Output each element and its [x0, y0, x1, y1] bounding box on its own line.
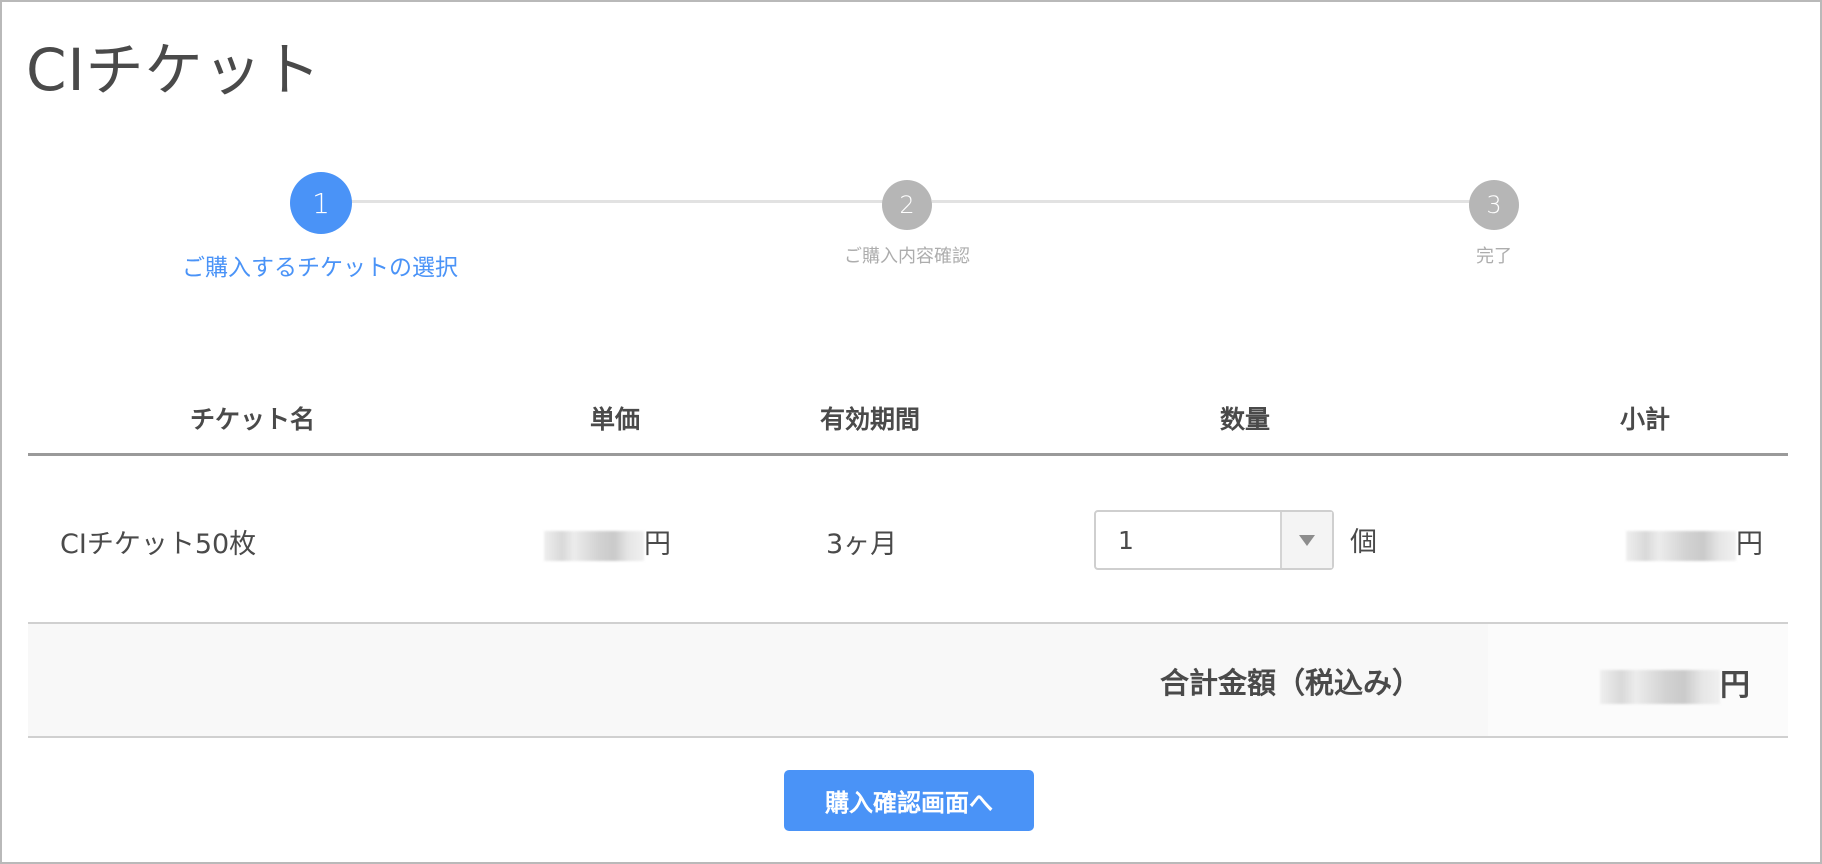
header-ticket-name: チケット名 [190, 405, 316, 434]
total-label: 合計金額（税込み） [1160, 666, 1422, 700]
quantity-dropdown-button[interactable] [1280, 512, 1332, 568]
header-quantity: 数量 [1220, 405, 1271, 434]
total-amount-suffix: 円 [1720, 668, 1750, 703]
step-connector-2 [932, 200, 1492, 203]
table-row: CIチケット50枚 円 3ヶ月 1 個 円 [28, 456, 1788, 624]
validity-period: 3ヶ月 [826, 529, 898, 560]
unit-price-suffix: 円 [644, 529, 671, 560]
step-2-indicator: 2 [882, 180, 932, 230]
subtotal-suffix: 円 [1736, 529, 1763, 560]
subtotal-redacted [1626, 530, 1736, 561]
step-connector-1 [342, 200, 907, 203]
page-frame: CIチケット 1 ご購入するチケットの選択 2 ご購入内容確認 3 完了 チケッ… [0, 0, 1822, 864]
subtotal: 円 [1626, 522, 1763, 561]
step-3-indicator: 3 [1469, 180, 1519, 230]
unit-price: 円 [544, 522, 671, 561]
progress-stepper: 1 ご購入するチケットの選択 2 ご購入内容確認 3 完了 [2, 2, 1822, 302]
ticket-table-header: チケット名 単価 有効期間 数量 小計 [28, 392, 1788, 456]
step-1-label: ご購入するチケットの選択 [182, 255, 458, 281]
ticket-name: CIチケット50枚 [60, 529, 257, 560]
total-row: 合計金額（税込み） 円 [28, 624, 1788, 738]
header-subtotal: 小計 [1620, 405, 1671, 434]
proceed-to-confirmation-button[interactable]: 購入確認画面へ [784, 770, 1034, 831]
total-amount-redacted [1600, 669, 1720, 704]
step-3-label: 完了 [1476, 246, 1512, 267]
quantity-select[interactable]: 1 [1094, 510, 1334, 570]
header-unit-price: 単価 [590, 405, 641, 434]
unit-price-redacted [544, 530, 644, 561]
step-2-label: ご購入内容確認 [844, 246, 970, 267]
step-1-indicator: 1 [290, 172, 352, 234]
total-amount: 円 [1600, 660, 1750, 704]
quantity-value: 1 [1118, 526, 1134, 555]
chevron-down-icon [1299, 534, 1315, 546]
quantity-unit: 個 [1350, 527, 1377, 558]
total-value-cell: 円 [1488, 624, 1788, 736]
header-validity: 有効期間 [820, 405, 921, 434]
